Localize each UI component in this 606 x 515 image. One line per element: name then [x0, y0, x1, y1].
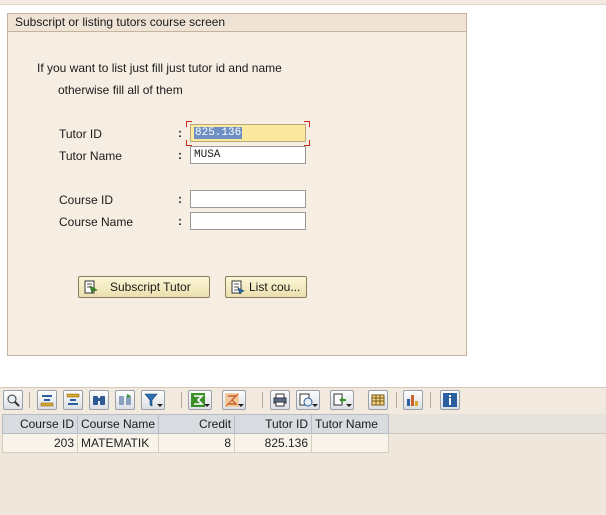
- col-header-course-name[interactable]: Course Name: [76, 414, 160, 434]
- toolbar-separator: [29, 392, 30, 408]
- list-courses-label: List cou...: [249, 280, 301, 294]
- graphic-icon[interactable]: [403, 390, 423, 410]
- print-icon[interactable]: [270, 390, 290, 410]
- tutor-id-label: Tutor ID: [59, 127, 102, 141]
- course-name-input[interactable]: [190, 212, 306, 230]
- tutor-id-colon: :: [178, 126, 182, 140]
- toolbar-separator: [430, 392, 431, 408]
- details-icon[interactable]: [3, 390, 23, 410]
- focus-corner-tl: [186, 121, 192, 127]
- course-id-label: Course ID: [59, 193, 114, 207]
- filter-icon[interactable]: [141, 390, 165, 410]
- toolbar-separator: [262, 392, 263, 408]
- col-header-tutor-name[interactable]: Tutor Name: [311, 414, 390, 434]
- export-icon[interactable]: [330, 390, 354, 410]
- subscript-tutor-label: Subscript Tutor: [110, 280, 191, 294]
- table-header-row: Course ID Course Name Credit Tutor ID Tu…: [2, 414, 390, 434]
- execute-doc-icon: [84, 280, 98, 294]
- toolbar-separator: [181, 392, 182, 408]
- tutor-name-colon: :: [178, 148, 182, 162]
- course-id-input[interactable]: [190, 190, 306, 208]
- list-doc-icon: [231, 280, 245, 295]
- sort-descending-icon[interactable]: [63, 390, 83, 410]
- tutor-id-input[interactable]: 825.136: [190, 124, 306, 142]
- hint-line-2: otherwise fill all of them: [58, 83, 183, 97]
- sum-icon[interactable]: [188, 390, 212, 410]
- group-title: Subscript or listing tutors course scree…: [8, 14, 466, 32]
- results-table: Course ID Course Name Credit Tutor ID Tu…: [2, 414, 390, 453]
- course-name-label: Course Name: [59, 215, 134, 229]
- find-next-icon[interactable]: [115, 390, 135, 410]
- tutor-name-label: Tutor Name: [59, 149, 122, 163]
- cell-tutor-name[interactable]: [311, 433, 390, 453]
- subscript-tutor-button[interactable]: Subscript Tutor: [78, 276, 210, 298]
- find-icon[interactable]: [89, 390, 109, 410]
- top-strip: [0, 0, 606, 5]
- course-id-colon: :: [178, 192, 182, 206]
- col-header-tutor-id[interactable]: Tutor ID: [234, 414, 313, 434]
- alv-grid: Course ID Course Name Credit Tutor ID Tu…: [0, 414, 606, 515]
- sort-ascending-icon[interactable]: [37, 390, 57, 410]
- col-header-credit[interactable]: Credit: [158, 414, 236, 434]
- info-icon[interactable]: [440, 390, 460, 410]
- cell-course-id[interactable]: 203: [2, 433, 78, 453]
- list-courses-button[interactable]: List cou...: [225, 276, 307, 298]
- alv-toolbar: [0, 387, 606, 415]
- table-row[interactable]: 203 MATEMATIK 8 825.136: [2, 433, 390, 453]
- focus-corner-tr: [304, 121, 310, 127]
- course-name-colon: :: [178, 214, 182, 228]
- toolbar-separator: [396, 392, 397, 408]
- col-header-course-id[interactable]: Course ID: [2, 414, 78, 434]
- tutor-name-input[interactable]: MUSA: [190, 146, 306, 164]
- views-icon[interactable]: [296, 390, 320, 410]
- cell-course-name[interactable]: MATEMATIK: [76, 433, 160, 453]
- cell-credit[interactable]: 8: [158, 433, 236, 453]
- tutor-id-value: 825.136: [194, 127, 243, 139]
- layout-icon[interactable]: [368, 390, 388, 410]
- cell-tutor-id[interactable]: 825.136: [234, 433, 313, 453]
- grid-header-filler: [386, 414, 606, 434]
- form-group-box: Subscript or listing tutors course scree…: [7, 13, 467, 356]
- subtotal-icon[interactable]: [222, 390, 246, 410]
- hint-line-1: If you want to list just fill just tutor…: [37, 61, 282, 75]
